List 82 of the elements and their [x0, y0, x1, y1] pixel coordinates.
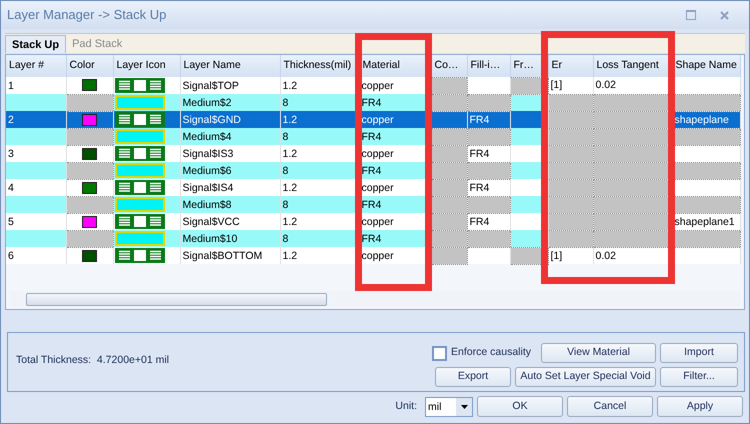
signal-layer-icon — [114, 78, 164, 93]
table-cell: Medium$6 — [180, 162, 280, 179]
table-row[interactable]: 5 Signal$VCC 1.2 copper FR4 shapeplane1 — [6, 213, 740, 230]
cancel-button[interactable]: Cancel — [567, 396, 653, 417]
table-row[interactable]: 6 Signal$BOTTOM 1.2 copper [1] 0.02 — [6, 247, 740, 264]
table-cell: Signal$BOTTOM — [180, 247, 280, 264]
table-row[interactable]: 3 Signal$IS3 1.2 copper FR4 — [6, 145, 740, 162]
view-material-button[interactable]: View Material — [541, 343, 656, 363]
table-cell: shapeplane1 — [672, 213, 740, 230]
table-cell: Signal$TOP — [180, 77, 280, 94]
table-cell: shapeplane — [672, 111, 740, 128]
import-button[interactable]: Import — [660, 343, 738, 363]
table-cell: FR4 — [467, 213, 510, 230]
signal-layer-icon — [114, 180, 164, 195]
maximize-icon[interactable] — [686, 10, 696, 20]
auto-set-void-button[interactable]: Auto Set Layer Special Void — [515, 367, 656, 387]
table-cell: Signal$GND — [180, 111, 280, 128]
color-cell — [66, 230, 113, 247]
table-cell: Medium$4 — [180, 128, 280, 145]
close-icon[interactable] — [720, 10, 729, 20]
column-header: Co… — [431, 55, 467, 77]
table-cell — [6, 230, 66, 247]
column-header: Color — [66, 55, 113, 77]
table-cell: 5 — [6, 213, 66, 230]
signal-layer-icon — [114, 248, 164, 263]
column-header: Layer # — [6, 55, 66, 77]
color-cell — [66, 128, 113, 145]
table-cell: FR4 — [467, 179, 510, 196]
dielectric-layer-icon — [114, 231, 164, 246]
signal-layer-icon — [114, 214, 164, 229]
table-row[interactable]: 4 Signal$IS4 1.2 copper FR4 — [6, 179, 740, 196]
table-cell: Medium$2 — [180, 94, 280, 111]
table-cell: Signal$VCC — [180, 213, 280, 230]
table-cell: FR4 — [467, 111, 510, 128]
enforce-causality-checkbox[interactable]: Enforce causality — [432, 345, 531, 361]
export-button[interactable]: Export — [435, 367, 511, 387]
window-title: Layer Manager -> Stack Up — [7, 6, 168, 24]
signal-layer-icon — [114, 146, 164, 161]
dielectric-layer-icon — [114, 129, 164, 144]
table-cell: 6 — [6, 247, 66, 264]
column-header: Shape Name — [672, 55, 740, 77]
table-cell: 4 — [6, 179, 66, 196]
table-cell: 2 — [6, 111, 66, 128]
signal-layer-icon — [114, 112, 164, 127]
total-thickness: Total Thickness: 4.7200e+01 mil — [16, 353, 170, 368]
table-row[interactable]: Medium$8 8 FR4 — [6, 196, 740, 213]
table-row[interactable]: Medium$2 8 FR4 — [6, 94, 740, 111]
table-row[interactable]: Medium$6 8 FR4 — [6, 162, 740, 179]
table-cell: Medium$8 — [180, 196, 280, 213]
dielectric-layer-icon — [114, 163, 164, 178]
table-cell — [6, 94, 66, 111]
color-cell — [66, 94, 113, 111]
table-row[interactable]: Medium$4 8 FR4 — [6, 128, 740, 145]
table-cell: [1] — [548, 77, 593, 94]
unit-dropdown[interactable]: mil — [425, 396, 473, 416]
table-cell: Signal$IS3 — [180, 145, 280, 162]
column-header: Layer Name — [180, 55, 280, 77]
table-row[interactable]: 1 Signal$TOP 1.2 copper [1] 0.02 — [6, 77, 740, 94]
table-cell: Medium$10 — [180, 230, 280, 247]
table-cell — [6, 128, 66, 145]
tab[interactable]: Stack Up — [5, 35, 66, 53]
table-row[interactable]: Medium$10 8 FR4 — [6, 230, 740, 247]
column-header: Fill-i… — [467, 55, 510, 77]
dielectric-layer-icon — [114, 197, 164, 212]
ok-button[interactable]: OK — [477, 396, 563, 417]
table-cell: [1] — [548, 247, 593, 264]
table-row[interactable]: 2 Signal$GND 1.2 copper FR4 shapeplane — [6, 111, 740, 128]
apply-button[interactable]: Apply — [657, 396, 743, 417]
table-cell — [6, 196, 66, 213]
table-cell: FR4 — [467, 145, 510, 162]
unit-label: Unit: — [395, 398, 417, 414]
color-cell — [66, 196, 113, 213]
table-cell: 3 — [6, 145, 66, 162]
column-header: Er — [548, 55, 593, 77]
table-cell: 1 — [6, 77, 66, 94]
table-cell — [6, 162, 66, 179]
column-header: Layer Icon — [113, 55, 180, 77]
caret-icon — [460, 404, 468, 408]
color-cell — [66, 162, 113, 179]
table-cell: Signal$IS4 — [180, 179, 280, 196]
filter-button[interactable]: Filter... — [660, 367, 738, 387]
dielectric-layer-icon — [114, 95, 164, 110]
